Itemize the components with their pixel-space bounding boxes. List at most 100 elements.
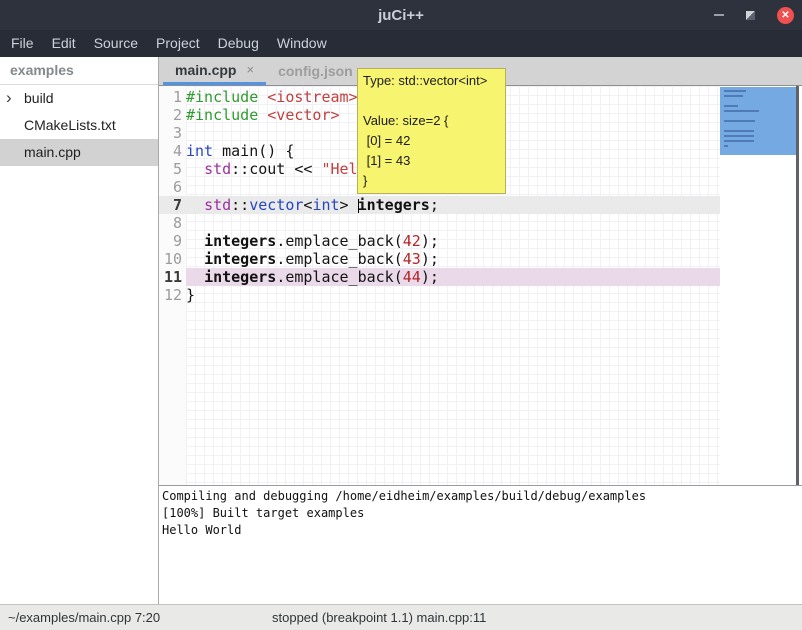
code-token: vector bbox=[249, 196, 303, 214]
menu-source[interactable]: Source bbox=[85, 30, 147, 57]
code-token: int bbox=[312, 196, 339, 214]
code-token: integers bbox=[204, 232, 276, 250]
line-number[interactable]: 3 bbox=[159, 124, 186, 142]
code-token: ; bbox=[430, 196, 439, 214]
tab-label: main.cpp bbox=[175, 62, 236, 78]
tab-config-json[interactable]: config.json bbox=[266, 57, 365, 85]
project-name-header: examples bbox=[0, 57, 158, 85]
menu-debug[interactable]: Debug bbox=[209, 30, 268, 57]
minimap-code-line bbox=[724, 135, 754, 137]
code-token: .emplace_back( bbox=[276, 250, 402, 268]
code-line[interactable]: integers.emplace_back(43); bbox=[186, 250, 720, 268]
tooltip-value-line: Value: size=2 { bbox=[363, 111, 500, 131]
line-number[interactable]: 12 bbox=[159, 286, 186, 304]
line-number[interactable]: 1 bbox=[159, 88, 186, 106]
editor-scrollbar[interactable] bbox=[796, 86, 799, 485]
window-controls: ✕ bbox=[714, 0, 794, 30]
code-token: <iostream> bbox=[267, 88, 357, 106]
close-icon[interactable]: ✕ bbox=[777, 7, 794, 24]
code-token: ); bbox=[421, 250, 439, 268]
menu-window[interactable]: Window bbox=[268, 30, 336, 57]
code-token bbox=[186, 160, 204, 178]
code-token: std bbox=[204, 196, 231, 214]
tab-label: config.json bbox=[278, 63, 353, 79]
debug-value-tooltip: Type: std::vector<int> Value: size=2 { [… bbox=[357, 68, 506, 194]
juci-window: juCi++ ✕ FileEditSourceProjectDebugWindo… bbox=[0, 0, 802, 630]
line-number[interactable]: 8 bbox=[159, 214, 186, 232]
code-token: > bbox=[340, 196, 358, 214]
line-number[interactable]: 9 bbox=[159, 232, 186, 250]
sidebar-item-build[interactable]: › build bbox=[0, 85, 158, 112]
tooltip-value-line: [1] = 43 bbox=[363, 151, 500, 171]
menu-project[interactable]: Project bbox=[147, 30, 209, 57]
sidebar-item-cmakelists-txt[interactable]: CMakeLists.txt bbox=[0, 112, 158, 139]
menu-edit[interactable]: Edit bbox=[43, 30, 85, 57]
minimap-code-line bbox=[724, 120, 755, 122]
window-restore-icon[interactable] bbox=[746, 11, 755, 20]
code-token bbox=[186, 232, 204, 250]
minimap-slider[interactable] bbox=[720, 87, 796, 155]
code-token: integers bbox=[204, 250, 276, 268]
code-token: #include bbox=[186, 106, 267, 124]
line-number[interactable]: 2 bbox=[159, 106, 186, 124]
minimap-code-line bbox=[724, 140, 754, 142]
code-token: 42 bbox=[403, 232, 421, 250]
tooltip-value-line: [0] = 42 bbox=[363, 131, 500, 151]
code-token: <vector> bbox=[267, 106, 339, 124]
line-number[interactable]: 5 bbox=[159, 160, 186, 178]
menu-file[interactable]: File bbox=[2, 30, 43, 57]
file-tree: › build CMakeLists.txt main.cpp bbox=[0, 85, 158, 166]
file-tree-panel: examples › build CMakeLists.txt main.cpp bbox=[0, 57, 158, 604]
build-output-console[interactable]: Compiling and debugging /home/eidheim/ex… bbox=[159, 485, 802, 604]
minimap-code-line bbox=[724, 145, 728, 147]
console-output-line: Hello World bbox=[162, 522, 802, 539]
minimap-code-line bbox=[724, 130, 754, 132]
code-token: std bbox=[204, 160, 231, 178]
minimap-code-line bbox=[724, 90, 746, 92]
code-token: 43 bbox=[403, 250, 421, 268]
minimap-code-line bbox=[724, 110, 759, 112]
file-label: main.cpp bbox=[24, 144, 81, 160]
code-line[interactable]: integers.emplace_back(42); bbox=[186, 232, 720, 250]
file-label: build bbox=[24, 90, 54, 106]
sidebar-item-main-cpp[interactable]: main.cpp bbox=[0, 139, 158, 166]
code-token: 44 bbox=[403, 268, 421, 286]
file-label: CMakeLists.txt bbox=[24, 117, 116, 133]
window-title: juCi++ bbox=[378, 7, 424, 24]
line-number[interactable]: 7 bbox=[159, 196, 186, 214]
code-line[interactable]: integers.emplace_back(44); bbox=[186, 268, 720, 286]
minimap-code-line bbox=[724, 105, 738, 107]
line-number[interactable]: 4 bbox=[159, 142, 186, 160]
status-debug-state: stopped (breakpoint 1.1) main.cpp:11 bbox=[272, 605, 486, 630]
code-token: integers bbox=[358, 196, 430, 214]
code-token: .emplace_back( bbox=[276, 268, 402, 286]
line-number[interactable]: 10 bbox=[159, 250, 186, 268]
code-line[interactable]: } bbox=[186, 286, 720, 304]
line-number[interactable]: 6 bbox=[159, 178, 186, 196]
code-token: int bbox=[186, 142, 213, 160]
code-token: #include bbox=[186, 88, 267, 106]
tooltip-value-line: } bbox=[363, 171, 500, 191]
menubar: FileEditSourceProjectDebugWindow bbox=[0, 30, 802, 57]
minimize-icon[interactable] bbox=[714, 14, 724, 16]
tab-main-cpp[interactable]: main.cpp × bbox=[163, 57, 266, 85]
titlebar[interactable]: juCi++ ✕ bbox=[0, 0, 802, 30]
code-token: main() { bbox=[213, 142, 294, 160]
tab-close-icon[interactable]: × bbox=[246, 62, 254, 77]
line-number[interactable]: 11 bbox=[159, 268, 186, 286]
line-number-gutter[interactable]: 123456789101112 bbox=[159, 86, 186, 485]
code-token bbox=[186, 250, 204, 268]
code-token: integers bbox=[204, 268, 276, 286]
code-token: } bbox=[186, 286, 195, 304]
minimap-code-line bbox=[724, 95, 743, 97]
tooltip-value-line bbox=[363, 91, 500, 111]
code-line[interactable]: std::vector<int> integers; bbox=[186, 196, 720, 214]
code-token bbox=[186, 196, 204, 214]
code-line[interactable] bbox=[186, 214, 720, 232]
code-token: :: bbox=[231, 196, 249, 214]
code-token: ); bbox=[421, 232, 439, 250]
minimap[interactable] bbox=[720, 86, 796, 485]
console-output-line: [100%] Built target examples bbox=[162, 505, 802, 522]
console-output-line: Compiling and debugging /home/eidheim/ex… bbox=[162, 488, 802, 505]
chevron-right-icon[interactable]: › bbox=[6, 85, 12, 111]
